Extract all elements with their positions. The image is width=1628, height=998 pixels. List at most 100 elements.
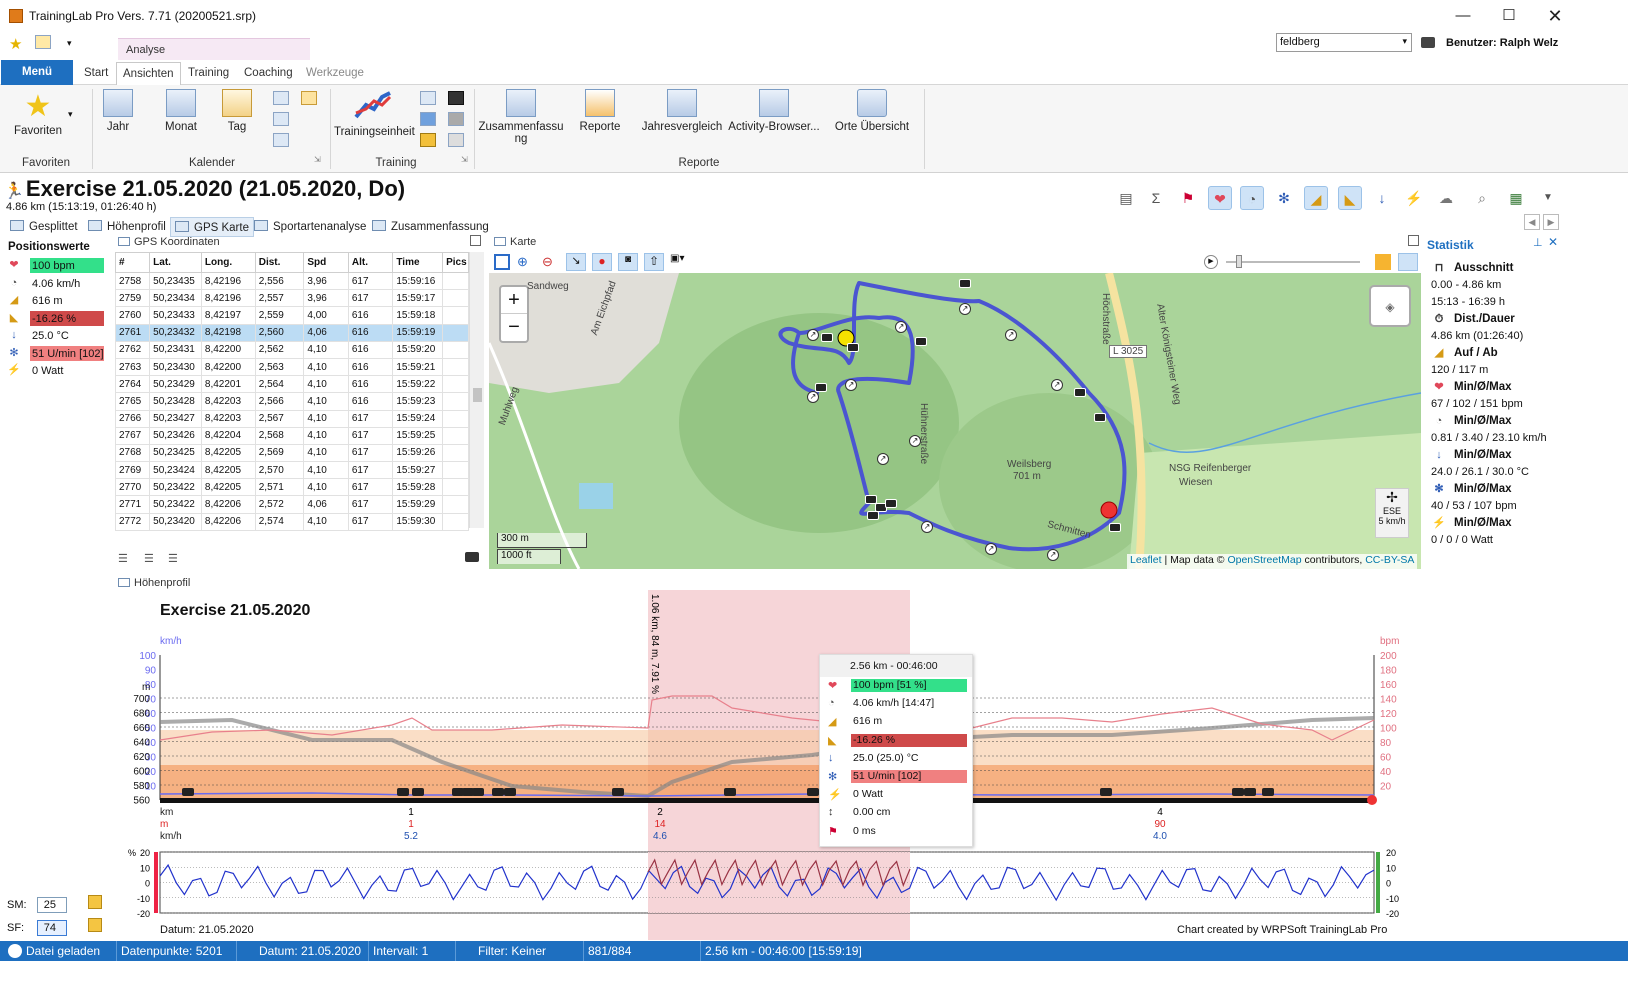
temperature-toggle-icon[interactable]: ↓ [1370,186,1394,210]
tag-button[interactable]: Tag [220,85,254,133]
tab-menu[interactable]: Menü [1,60,73,85]
close-button[interactable]: ✕ [1532,0,1578,32]
minimize-button[interactable]: — [1440,0,1486,32]
license-link[interactable]: CC-BY-SA [1365,554,1414,566]
sm-input[interactable]: 25 [37,897,67,913]
photos-toggle-icon[interactable]: ◙ [618,253,638,271]
tab-start[interactable]: Start [78,62,114,85]
chevron-down-icon[interactable]: ▾ [68,109,73,120]
maximize-button[interactable]: ☐ [1486,0,1532,32]
osm-link[interactable]: OpenStreetMap [1227,554,1301,566]
qat-dropdown-icon[interactable]: ▾ [67,38,72,49]
zoom-icon[interactable]: ⌕ [1470,186,1494,210]
speed-toggle-icon[interactable]: ◔ [1240,186,1264,210]
dialog-launcher-icon[interactable]: ⇲ [461,155,468,164]
gradient-toggle-icon[interactable]: ◣ [1338,186,1362,210]
runner-filter-icon[interactable]: ⚑ [1176,186,1200,210]
leaflet-link[interactable]: Leaflet [1130,554,1162,566]
column-header[interactable]: Dist. [254,252,305,273]
layers-icon[interactable]: ◈ [1369,285,1411,327]
lock-icon[interactable] [88,895,102,909]
lock-icon[interactable] [88,918,102,932]
chart-options-icon[interactable]: ▦ [1504,186,1528,210]
more-dropdown-icon[interactable]: ▼ [1536,186,1560,210]
photo-marker-icon[interactable] [959,279,971,288]
weather-icon[interactable]: ☁ [1434,186,1458,210]
table-row[interactable]: 2770 50,23422 8,42205 2,571 4,10 617 15:59:28 [114,478,469,497]
zoom-in-map-icon[interactable]: ⊕ [517,254,528,270]
end-marker-icon[interactable] [1100,501,1118,519]
map-settings-icon[interactable] [1398,253,1418,271]
photo-marker-icon[interactable] [1074,388,1086,397]
align-center-icon[interactable]: ☰ [144,552,154,565]
direction-icon[interactable]: ⇧ [644,253,664,271]
table-row[interactable]: 2764 50,23429 8,42201 2,564 4,10 616 15:59:22 [114,375,469,394]
orte-uebersicht-button[interactable]: Orte Übersicht [834,85,910,133]
pin-icon[interactable]: ⊥ [1533,236,1543,249]
week-view-icon[interactable] [273,91,289,105]
gps-map[interactable]: + − ◈ ✢ ESE 5 km/h 300 m 1000 ft Leaflet… [489,273,1421,569]
align-left-icon[interactable]: ☰ [118,552,128,565]
table-row[interactable]: 2767 50,23426 8,42204 2,568 4,10 617 15:59:25 [114,426,469,445]
elevation-chart[interactable]: 100 90 80 70 60 50 40 30 20 10 700 680 660 640 620 600 5… [112,590,1422,940]
photo-marker-icon[interactable] [915,337,927,346]
users-icon[interactable] [1421,37,1435,48]
table-row[interactable]: 2763 50,23430 8,42200 2,563 4,10 616 15:59:21 [114,357,469,377]
table-row[interactable]: 2772 50,23420 8,42206 2,574 4,10 617 15:59:30 [114,512,469,531]
trainingseinheit-button[interactable]: Trainingseinheit [334,85,415,138]
zoom-out-button[interactable]: − [501,314,527,341]
photo-marker-icon[interactable] [867,511,879,520]
sf-input[interactable]: 74 [37,920,67,936]
playback-slider-thumb[interactable] [1236,255,1242,268]
gradient-icon[interactable] [420,133,436,147]
zoom-in-button[interactable]: + [501,287,527,314]
camera-icon[interactable] [465,552,479,562]
table-row[interactable]: 2758 50,23435 8,42196 2,556 3,96 617 15:59:16 [114,271,469,291]
bar-chart-icon[interactable] [420,112,436,126]
maximize-panel-icon[interactable] [470,235,481,246]
column-header[interactable]: Long. [200,252,256,273]
table-row[interactable]: 2759 50,23434 8,42196 2,557 3,96 617 15:59:17 [114,289,469,308]
altitude-toggle-icon[interactable]: ◢ [1304,186,1328,210]
table-row[interactable]: 2762 50,23431 8,42200 2,562 4,10 616 15:59:20 [114,340,469,359]
table-row[interactable]: 2766 50,23427 8,42203 2,567 4,10 617 15:59:24 [114,409,469,428]
start-marker-icon[interactable]: ● [592,253,612,271]
note-icon[interactable] [301,91,317,105]
play-icon[interactable]: ▶ [1204,255,1218,269]
activity-browser-button[interactable]: Activity-Browser... [728,85,820,133]
star-icon[interactable]: ★ [9,35,22,53]
scrollbar-thumb[interactable] [473,388,482,402]
jahresvergleich-button[interactable]: Jahresvergleich [640,85,724,133]
photo-marker-icon[interactable] [815,383,827,392]
table-row[interactable]: 2761 50,23432 8,42198 2,560 4,06 616 15:59:19 [114,323,469,342]
fit-map-icon[interactable] [494,254,510,270]
folder-icon[interactable] [1375,254,1391,270]
close-panel-icon[interactable]: ✕ [1548,235,1558,249]
table-row[interactable]: 2760 50,23433 8,42197 2,559 4,00 616 15:59:18 [114,306,469,325]
zusammenfassung-button[interactable]: Zusammenfassu ng [478,85,564,145]
map-layer-dropdown-icon[interactable]: ▣▾ [670,253,692,271]
tab-coaching[interactable]: Coaching [238,62,299,85]
power-toggle-icon[interactable]: ⚡ [1402,186,1426,210]
table-row[interactable]: 2771 50,23422 8,42206 2,572 4,06 617 15:59:29 [114,495,469,514]
dialog-launcher-icon[interactable]: ⇲ [314,155,321,164]
cadence-toggle-icon[interactable]: ✻ [1272,186,1296,210]
sigma-icon[interactable]: Σ [1144,186,1168,210]
camera-icon[interactable] [448,91,464,105]
training-list-icon[interactable] [420,91,436,105]
photo-marker-icon[interactable] [885,499,897,508]
table-row[interactable]: 2768 50,23425 8,42205 2,569 4,10 617 15:59:26 [114,443,469,463]
tab-ansichten[interactable]: Ansichten [116,62,181,86]
tab-training[interactable]: Training [182,62,235,85]
scroll-left-icon[interactable]: ◀ [1524,214,1540,230]
photo-marker-icon[interactable] [847,343,859,352]
tab-gesplittet[interactable]: Gesplittet [6,217,82,237]
blank-tool-icon[interactable] [448,133,464,147]
photo-marker-icon[interactable] [821,333,833,342]
column-header[interactable]: Spd [303,252,349,273]
column-header[interactable]: Pics [442,252,469,273]
favoriten-button[interactable]: ★ Favoriten [8,89,68,137]
heart-toggle-icon[interactable]: ❤ [1208,186,1232,210]
playback-slider[interactable] [1226,261,1360,263]
photo-marker-icon[interactable] [1094,413,1106,422]
